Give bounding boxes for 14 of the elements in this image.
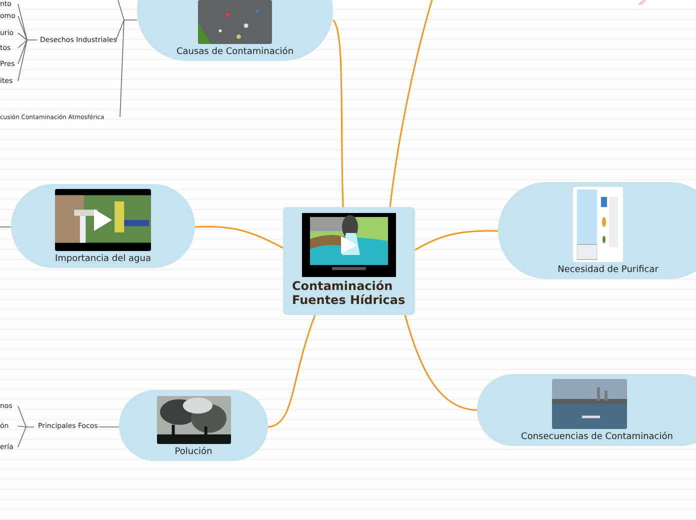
topic-label: Causas de Contaminación xyxy=(175,47,295,57)
topic-node[interactable]: Necesidad de Purificar xyxy=(498,182,696,279)
topic-label: Polución xyxy=(174,447,214,457)
topic-node[interactable]: Causas de Contaminación xyxy=(137,0,333,61)
topic-label: Importancia del agua xyxy=(54,254,152,264)
topic-node[interactable]: Consecuencias de Contaminación xyxy=(477,374,696,446)
topic-label: Consecuencias de Contaminación xyxy=(520,432,674,442)
play-icon[interactable] xyxy=(94,209,112,231)
central-topic[interactable]: Contaminación Fuentes Hídricas xyxy=(283,207,415,315)
leaf-icon xyxy=(638,0,646,5)
topic-label: Necesidad de Purificar xyxy=(556,265,660,275)
central-topic-title: Contaminación Fuentes Hídricas xyxy=(292,279,406,307)
topic-node[interactable]: Polución xyxy=(119,390,268,461)
topic-node[interactable]: Importancia del agua xyxy=(11,184,195,268)
